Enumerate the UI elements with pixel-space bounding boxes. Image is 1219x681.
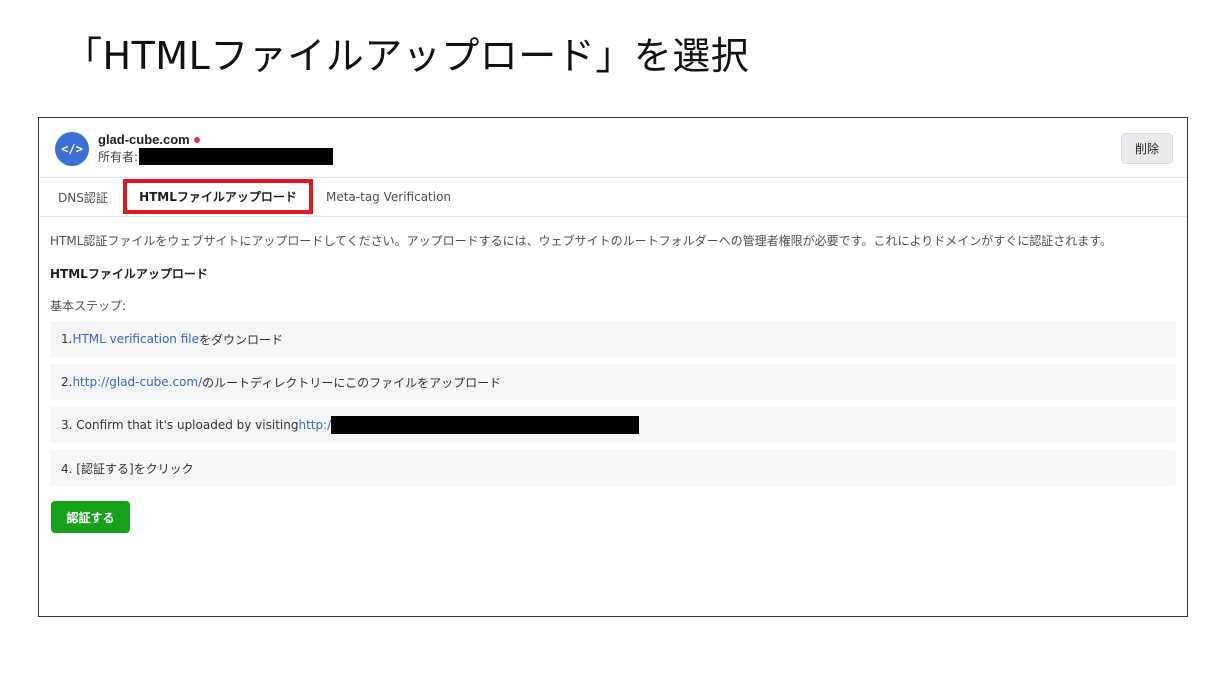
domain-header: </> glad-cube.com 所有者: 削除 <box>39 118 1187 178</box>
step-1: 1. HTML verification file をダウンロード <box>50 321 1176 357</box>
verify-button[interactable]: 認証する <box>51 501 130 533</box>
status-dot-icon <box>193 136 200 143</box>
verification-tabs: DNS認証 HTMLファイルアップロード Meta-tag Verificati… <box>39 178 1187 217</box>
code-icon: </> <box>55 132 89 166</box>
delete-button[interactable]: 削除 <box>1121 133 1173 164</box>
redacted-url <box>331 416 640 434</box>
step-4: 4. [認証する]をクリック <box>50 450 1176 486</box>
owner-label: 所有者: <box>98 150 139 164</box>
domain-verification-panel: </> glad-cube.com 所有者: 削除 DNS認証 HTMLファイル… <box>38 117 1188 617</box>
upload-description: HTML認証ファイルをウェブサイトにアップロードしてください。アップロードするに… <box>50 234 1113 248</box>
domain-name-text: glad-cube.com <box>98 132 190 147</box>
tab-meta-tag-verification[interactable]: Meta-tag Verification <box>326 178 451 216</box>
section-heading: HTMLファイルアップロード <box>50 267 208 281</box>
verification-file-link[interactable]: HTML verification file <box>72 332 199 346</box>
step-3-prefix: 3. Confirm that it's uploaded by visitin… <box>61 418 299 432</box>
tab-dns-verification[interactable]: DNS認証 <box>58 178 108 216</box>
slide-title: 「HTMLファイルアップロード」を選択 <box>64 34 750 78</box>
step-2: 2. http://glad-cube.com/ のルートディレクトリーにこのフ… <box>50 364 1176 400</box>
confirm-url-link[interactable]: http:/ <box>298 418 331 432</box>
step-2-suffix: のルートディレクトリーにこのファイルをアップロード <box>202 375 502 390</box>
step-3: 3. Confirm that it's uploaded by visitin… <box>50 407 1176 443</box>
step-4-text: 4. [認証する]をクリック <box>61 461 194 476</box>
domain-root-link[interactable]: http://glad-cube.com/ <box>72 375 202 389</box>
step-2-prefix: 2. <box>61 375 73 389</box>
step-1-prefix: 1. <box>61 332 73 346</box>
redacted-owner-name <box>139 148 334 165</box>
step-1-suffix: をダウンロード <box>199 332 284 347</box>
steps-label: 基本ステップ: <box>50 299 127 313</box>
domain-name: glad-cube.com <box>98 132 200 147</box>
tab-html-file-upload[interactable]: HTMLファイルアップロード <box>123 179 313 214</box>
owner-row: 所有者: <box>98 148 334 165</box>
